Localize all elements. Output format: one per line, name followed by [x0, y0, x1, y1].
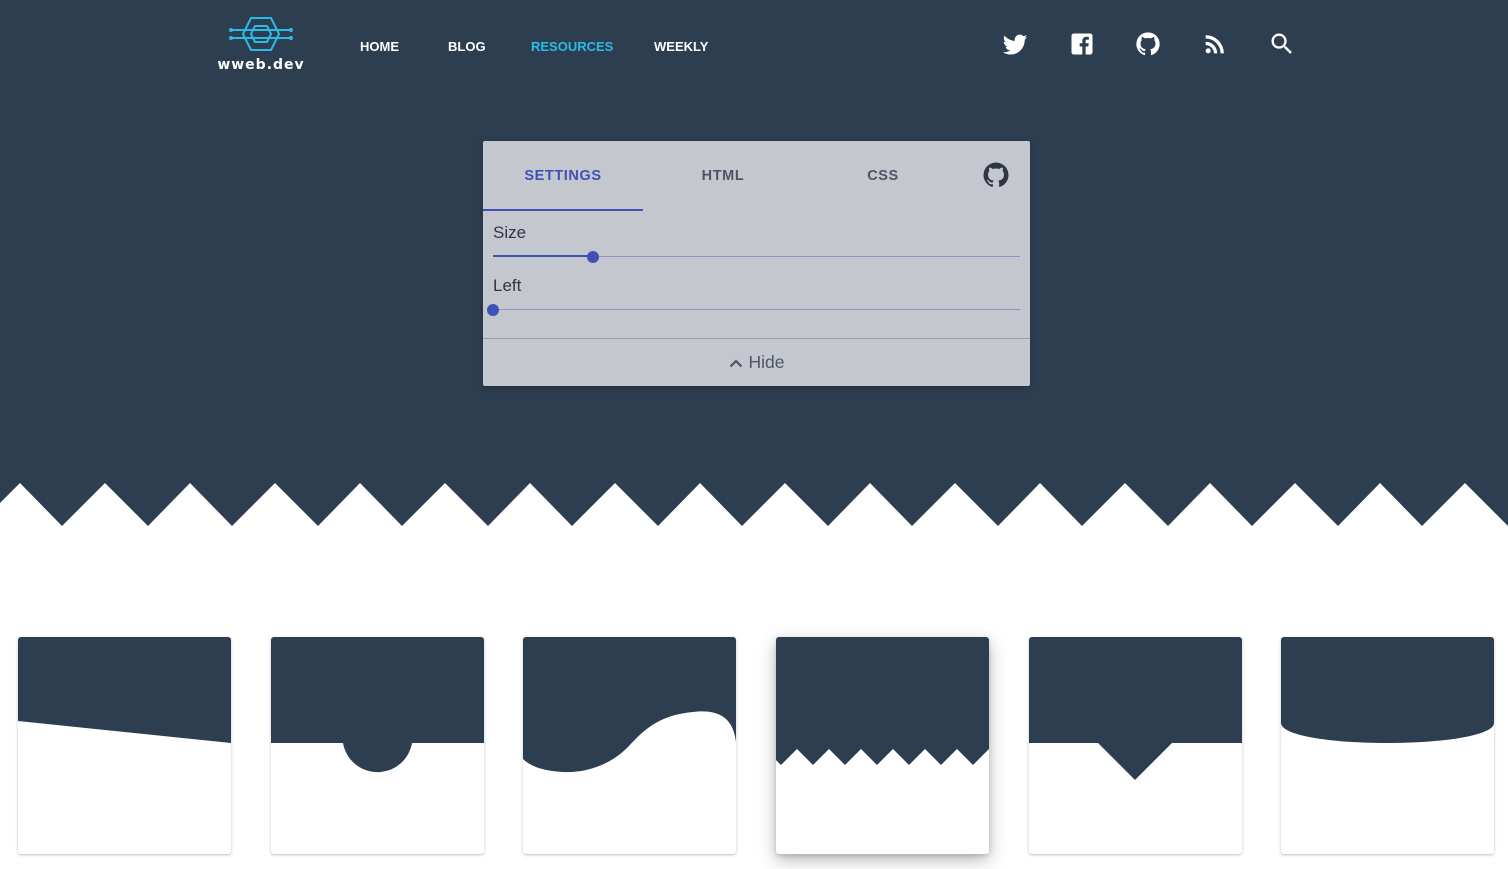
- size-slider[interactable]: [493, 247, 1020, 267]
- site-logo[interactable]: wweb.dev: [212, 12, 310, 74]
- facebook-link[interactable]: [1068, 30, 1096, 58]
- logo-text: wweb.dev: [217, 57, 305, 73]
- github-icon: [983, 162, 1009, 187]
- nav-blog[interactable]: BLOG: [448, 39, 486, 54]
- shape-card-slant[interactable]: [18, 637, 231, 854]
- nav-weekly[interactable]: WEEKLY: [654, 39, 708, 54]
- github-icon: [1136, 32, 1160, 56]
- tab-settings[interactable]: SETTINGS: [483, 141, 643, 211]
- hide-label: Hide: [748, 352, 785, 372]
- slider-thumb[interactable]: [587, 251, 600, 263]
- left-label: Left: [493, 276, 522, 295]
- wave-divider-preview: [523, 637, 736, 773]
- size-label: Size: [493, 223, 527, 242]
- shape-card-zigzag[interactable]: [776, 637, 989, 854]
- rss-icon: [1205, 35, 1224, 54]
- repo-link[interactable]: [981, 160, 1011, 190]
- rss-link[interactable]: [1201, 30, 1229, 58]
- nav-home[interactable]: HOME: [360, 39, 399, 54]
- shape-card-circle[interactable]: [271, 637, 484, 854]
- github-link[interactable]: [1134, 30, 1162, 58]
- twitter-icon: [1002, 34, 1028, 55]
- logo-icon: [229, 17, 293, 51]
- twitter-link[interactable]: [1001, 30, 1029, 58]
- slider-thumb[interactable]: [487, 304, 499, 316]
- curve-divider-preview: [1281, 637, 1494, 743]
- circle-divider-preview: [271, 637, 484, 773]
- nav-resources[interactable]: RESOURCES: [531, 39, 613, 54]
- zigzag-divider-preview: [776, 637, 989, 765]
- search-button[interactable]: [1268, 30, 1296, 58]
- shape-card-triangle[interactable]: [1029, 637, 1242, 854]
- triangle-divider-preview: [1029, 637, 1242, 780]
- tab-html[interactable]: HTML: [643, 141, 803, 211]
- slant-divider-preview: [18, 637, 231, 743]
- tab-css[interactable]: CSS: [803, 141, 963, 211]
- active-tab-indicator: [483, 209, 643, 211]
- hide-button[interactable]: Hide: [483, 339, 1030, 386]
- search-icon: [1271, 33, 1292, 54]
- slider-fill: [493, 255, 594, 257]
- facebook-icon: [1071, 33, 1093, 55]
- slider-rail: [493, 309, 1020, 310]
- chevron-up-icon: [729, 358, 742, 367]
- settings-panel: SETTINGS HTML CSS Size Left Hide: [483, 141, 1030, 386]
- hero: wweb.dev HOME BLOG RESOURCES WEEKLY SETT…: [0, 0, 1508, 526]
- shape-card-curve[interactable]: [1281, 637, 1494, 854]
- shape-card-wave[interactable]: [523, 637, 736, 854]
- left-slider[interactable]: [487, 300, 1020, 320]
